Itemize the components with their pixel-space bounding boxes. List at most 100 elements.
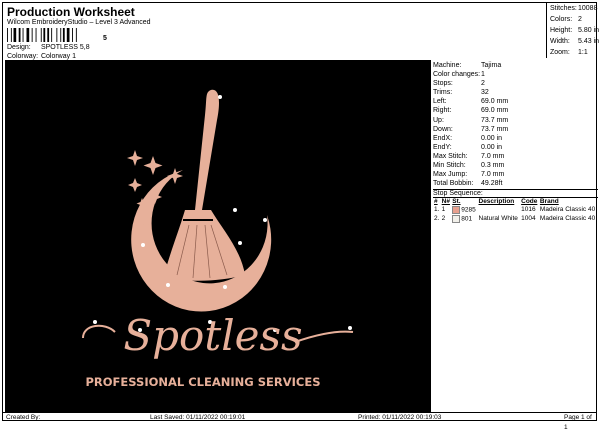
col-brand: Brand — [539, 198, 559, 206]
info-value: 2 — [481, 80, 485, 88]
machine-info-panel: Machine: Tajima Color changes:1 Stops: 2 Trim… — [433, 61, 598, 223]
row-n: 2 — [441, 215, 446, 223]
design-preview: Spotless PROFESSIONAL CLEANING SERVICES — [5, 60, 431, 412]
design-label: Design: — [7, 44, 31, 51]
info-label: Right: — [433, 107, 452, 115]
stop-sequence-table: # N# St. Description Code Brand 1. 1 9285 1… — [433, 198, 598, 223]
stat-value: 5.80 in — [578, 27, 600, 34]
info-row: EndY: 0.00 in — [433, 143, 598, 152]
row-description — [478, 205, 521, 214]
table-row: 2. 2 801 Natural White 1004 Madeira Classic 4… — [433, 214, 598, 223]
stitch-count: 801 — [461, 215, 473, 223]
stat-value: 5.43 in — [578, 38, 600, 45]
row-num: 1. — [434, 206, 440, 214]
footer: Created By: Last Saved: 01/11/2022 00:19… — [3, 412, 596, 431]
stat-value: 1:1 — [578, 49, 588, 56]
info-value: 1 — [481, 71, 485, 79]
info-label: Min Stitch: — [433, 162, 466, 170]
info-row: EndX: 0.00 in — [433, 134, 598, 143]
row-brand: Madeira Classic 40 — [539, 206, 596, 214]
design-row: Design: SPOTLESS 5,8 — [7, 44, 90, 51]
row-brand: Madeira Classic 40 — [539, 215, 596, 223]
col-n: N# — [441, 198, 450, 206]
info-label: Total Bobbin: — [433, 180, 474, 188]
info-row: Left: 69.0 mm — [433, 97, 598, 106]
stat-colors: Colors: 2 — [547, 14, 599, 25]
info-row: Min Stitch: 0.3 mm — [433, 161, 598, 170]
stat-height: Height: 5.80 in — [547, 25, 599, 36]
info-row: Up: 73.7 mm — [433, 116, 598, 125]
info-label: Max Jump: — [433, 171, 468, 179]
row-code: 1016 — [521, 206, 536, 214]
info-row: Right: 69.0 mm — [433, 106, 598, 115]
stat-stitches: Stitches:10088 — [547, 3, 599, 14]
row-n: 1 — [441, 206, 446, 214]
machine-info-list: Machine: Tajima Color changes:1 Stops: 2 Trim… — [433, 61, 598, 188]
stat-label: Height: — [550, 27, 573, 34]
info-value: 0.00 in — [481, 134, 503, 142]
info-row: Max Stitch: 7.0 mm — [433, 152, 598, 161]
info-row: Trims: 32 — [433, 88, 598, 97]
info-label: Stops: — [433, 80, 453, 88]
stat-width: Width: 5.43 in — [547, 36, 599, 47]
footer-printed: Printed: 01/11/2022 00:19:03 — [358, 414, 442, 421]
colorway-label: Colorway: — [7, 53, 39, 60]
stat-label: Width: — [550, 38, 570, 45]
broom-handle — [195, 89, 219, 210]
table-header-row: # N# St. Description Code Brand — [433, 198, 598, 205]
table-row: 1. 1 9285 1016 Madeira Classic 40 — [433, 205, 598, 214]
row-st: 9285 — [451, 205, 477, 214]
info-row: Max Jump: 7.0 mm — [433, 170, 598, 179]
info-label: Max Stitch: — [433, 152, 468, 160]
colorway-value: Colorway 1 — [40, 53, 76, 60]
tagline: PROFESSIONAL CLEANING SERVICES — [86, 375, 321, 389]
info-value: 0.00 in — [481, 143, 503, 151]
row-st: 801 — [451, 214, 477, 223]
info-label: EndX: — [433, 134, 453, 142]
info-value: 73.7 mm — [481, 116, 509, 124]
info-value: Tajima — [481, 62, 502, 69]
design-value: SPOTLESS 5,8 — [40, 44, 90, 51]
info-row: Machine: Tajima — [433, 61, 598, 70]
info-label: Color changes: — [433, 71, 481, 79]
colorway-row: Colorway: Colorway 1 — [7, 53, 76, 60]
info-row: Down: 73.7 mm — [433, 125, 598, 134]
info-row: Total Bobbin: 49.28ft — [433, 179, 598, 188]
info-label: Left: — [433, 98, 447, 106]
info-value: 7.0 mm — [481, 171, 505, 179]
info-value: 73.7 mm — [481, 125, 509, 133]
stat-zoom: Zoom: 1:1 — [547, 47, 599, 58]
info-value: 69.0 mm — [481, 107, 509, 115]
stat-value: 10088 — [578, 5, 598, 12]
info-label: Trims: — [433, 89, 453, 97]
info-value: 49.28ft — [481, 180, 503, 188]
stitch-count: 9285 — [461, 206, 476, 214]
color-swatch — [452, 205, 461, 214]
info-value: 7.0 mm — [481, 152, 505, 160]
stat-value: 2 — [578, 16, 582, 23]
info-label: Up: — [433, 116, 444, 124]
row-code: 1004 — [521, 215, 536, 223]
stat-label: Zoom: — [550, 49, 570, 56]
brand-script: Spotless — [123, 311, 302, 360]
stats-panel: Stitches:10088 Colors: 2 Height: 5.80 in W… — [546, 3, 599, 58]
info-label: EndY: — [433, 143, 452, 151]
barcode — [7, 28, 77, 42]
embroidery-design: Spotless PROFESSIONAL CLEANING SERVICES — [82, 89, 354, 389]
col-num: # — [434, 198, 438, 206]
barcode-label: 5 — [103, 35, 107, 42]
worksheet: Production Worksheet Wilcom EmbroiderySt… — [2, 2, 599, 431]
page-title: Production Worksheet — [7, 5, 135, 19]
col-code: Code — [521, 198, 538, 206]
color-swatch — [452, 214, 461, 223]
stop-sequence-title: Stop Sequence: — [433, 189, 598, 199]
info-value: 69.0 mm — [481, 98, 509, 106]
row-num: 2. — [434, 215, 440, 223]
info-value: 32 — [481, 89, 489, 97]
info-label: Machine: — [433, 62, 462, 69]
info-row: Stops: 2 — [433, 79, 598, 88]
info-value: 0.3 mm — [481, 162, 505, 170]
col-st: St. — [452, 198, 461, 206]
stat-label: Colors: — [550, 16, 573, 23]
stat-label: Stitches: — [550, 5, 577, 12]
